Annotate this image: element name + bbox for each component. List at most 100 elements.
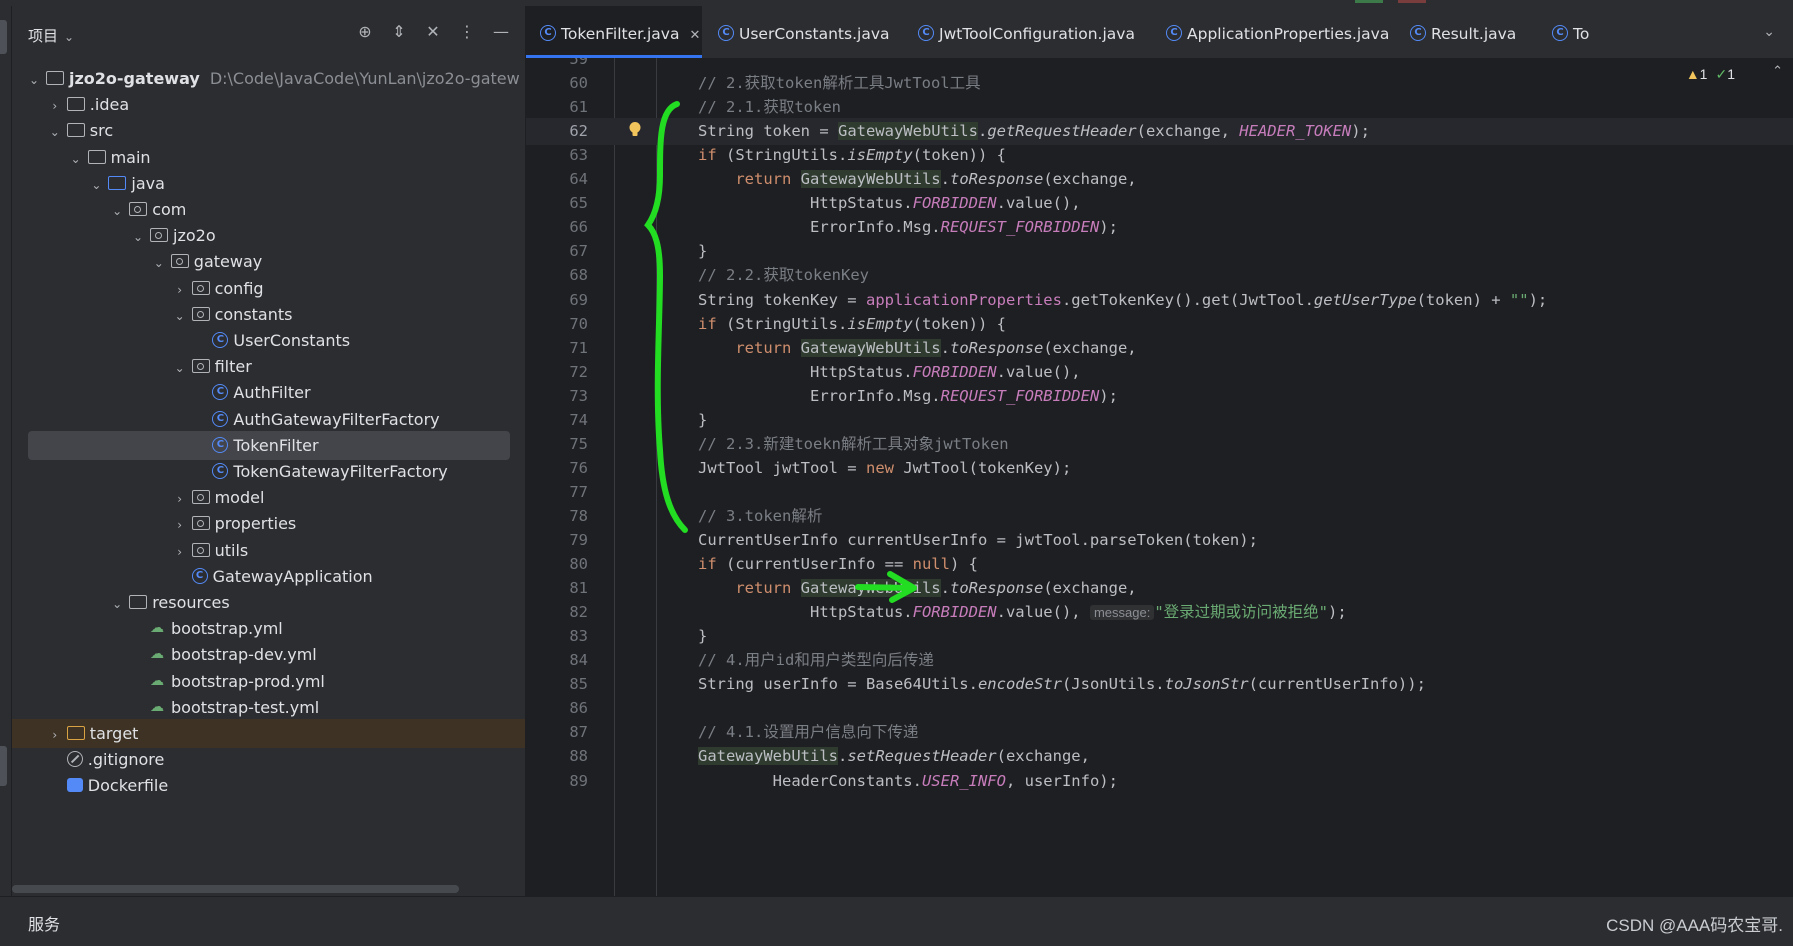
tree-item[interactable]: Dockerfile — [12, 771, 525, 800]
folder-icon — [66, 726, 85, 740]
tree-item-label: GatewayApplication — [212, 566, 373, 586]
close-icon[interactable]: ✕ — [689, 28, 700, 43]
code-line[interactable]: 76 JwtTool jwtTool = new JwtTool(tokenKey… — [526, 455, 1793, 482]
tree-item[interactable]: ⌄ src — [12, 116, 525, 145]
tree-item[interactable]: .gitignore — [12, 745, 525, 774]
code-line[interactable]: 60 // 2.获取token解析工具JwtTool工具 — [526, 70, 1793, 97]
tree-item-label: src — [89, 121, 114, 141]
chevron-down-icon: ⌄ — [64, 30, 75, 44]
code-line[interactable]: 65 HttpStatus.FORBIDDEN.value(), — [526, 190, 1793, 217]
code-line[interactable]: 71 return GatewayWebUtils.toResponse(exc… — [526, 335, 1793, 362]
code-line[interactable]: 74} — [526, 407, 1793, 434]
chevron-down-icon[interactable]: ⌄ — [1763, 24, 1775, 40]
tool-window-handle[interactable] — [0, 20, 7, 54]
tree-item[interactable]: ⌄ main — [12, 143, 525, 172]
code-line[interactable]: 64 return GatewayWebUtils.toResponse(exc… — [526, 166, 1793, 193]
tree-item[interactable]: › config — [12, 274, 525, 303]
tab-applicationproperties[interactable]: C ApplicationProperties.java — [1152, 6, 1396, 58]
tree-item[interactable]: C GatewayApplication — [12, 562, 525, 591]
code-line[interactable]: 84 // 4.用户id和用户类型向后传递 — [526, 647, 1793, 674]
line-number: 75 — [569, 434, 588, 453]
project-actions: ⊕ ⇕ ✕ ⋮ — — [355, 22, 511, 42]
tree-item[interactable]: ⌄ resources — [12, 588, 525, 617]
code-line[interactable]: 86 — [526, 695, 1793, 722]
tree-item-label: jzo2o-gateway — [69, 69, 200, 88]
tree-item[interactable]: ⌄ jzo2o-gateway D:\Code\JavaCode\YunLan\jz… — [12, 64, 525, 93]
tree-item[interactable]: › utils — [12, 536, 525, 565]
code-line[interactable]: 77 — [526, 479, 1793, 506]
code-line[interactable]: 75 // 2.3.新建toekn解析工具对象jwtToken — [526, 431, 1793, 458]
code-line[interactable]: 81 return GatewayWebUtils.toResponse(exc… — [526, 575, 1793, 602]
services-tab[interactable]: 服务 — [28, 911, 60, 935]
code-line[interactable]: 72 HttpStatus.FORBIDDEN.value(), — [526, 359, 1793, 386]
code-line[interactable]: 79 CurrentUserInfo currentUserInfo = jwtT… — [526, 527, 1793, 554]
folder-icon — [129, 595, 148, 609]
code-line[interactable]: 68 // 2.2.获取tokenKey — [526, 262, 1793, 289]
code-line[interactable]: 69 String tokenKey = applicationPropertie… — [526, 287, 1793, 314]
tree-item[interactable]: ⌄ filter — [12, 352, 525, 381]
line-number: 76 — [569, 458, 588, 477]
code-line[interactable]: 73 ErrorInfo.Msg.REQUEST_FORBIDDEN); — [526, 383, 1793, 410]
code-text: HttpStatus.FORBIDDEN.value(), message: "登… — [698, 603, 1347, 622]
code-line[interactable]: 87 // 4.1.设置用户信息向下传递 — [526, 719, 1793, 746]
tab-jwttoolconfiguration[interactable]: C JwtToolConfiguration.java — [904, 6, 1152, 58]
hide-icon[interactable]: — — [491, 22, 511, 42]
tree-item[interactable]: C AuthGatewayFilterFactory — [12, 405, 525, 434]
tree-item[interactable]: ☁ bootstrap.yml — [12, 614, 525, 643]
tab-result[interactable]: C Result.java — [1396, 6, 1538, 58]
line-number: 64 — [569, 170, 588, 189]
tab-userconstants[interactable]: C UserConstants.java — [704, 6, 904, 58]
code-line[interactable]: 80 if (currentUserInfo == null) { — [526, 551, 1793, 578]
tab-label: JwtToolConfiguration.java — [939, 25, 1135, 43]
tree-item[interactable]: C TokenFilter — [28, 430, 510, 460]
code-line[interactable]: 61 // 2.1.获取token — [526, 94, 1793, 121]
code-text: if (StringUtils.isEmpty(token)) { — [698, 314, 1006, 333]
code-editor[interactable]: ▲1 ✓1 ⌃ 59 60// 2.获取token解析工具JwtTool工具 61//… — [526, 58, 1793, 896]
class-icon: C — [540, 25, 556, 41]
tree-item[interactable]: ⌄ com — [12, 195, 525, 224]
code-line[interactable]: 66 ErrorInfo.Msg.REQUEST_FORBIDDEN); — [526, 214, 1793, 241]
tree-item[interactable]: C AuthFilter — [12, 378, 525, 407]
code-line[interactable]: 83} — [526, 623, 1793, 650]
lightbulb-icon[interactable] — [628, 121, 642, 139]
tab-to[interactable]: C To — [1538, 6, 1618, 58]
tree-item[interactable]: C UserConstants — [12, 326, 525, 355]
tab-label: ApplicationProperties.java — [1187, 25, 1390, 43]
collapse-all-icon[interactable]: ✕ — [423, 22, 443, 42]
tree-item[interactable]: › properties — [12, 509, 525, 538]
tree-item[interactable]: › target — [12, 719, 525, 748]
code-line[interactable]: 63 if (StringUtils.isEmpty(token)) { — [526, 142, 1793, 169]
tree-item[interactable]: ☁ bootstrap-test.yml — [12, 693, 525, 722]
tree-item[interactable]: C TokenGatewayFilterFactory — [12, 457, 525, 486]
expand-all-icon[interactable]: ⇕ — [389, 22, 409, 42]
tool-window-handle[interactable] — [0, 746, 7, 786]
tree-item[interactable]: ☁ bootstrap-prod.yml — [12, 667, 525, 696]
bottom-tool-bar: 服务 CSDN @AAA码农宝哥. — [0, 896, 1793, 946]
tree-item[interactable]: ⌄ gateway — [12, 247, 525, 276]
code-line[interactable]: 62 String token = GatewayWebUtils.getRequ… — [526, 118, 1793, 146]
code-line[interactable]: 67} — [526, 238, 1793, 265]
options-icon[interactable]: ⋮ — [457, 22, 477, 42]
class-icon: C — [212, 410, 229, 427]
code-text: } — [698, 410, 708, 429]
project-view-selector[interactable]: 项目 ⌄ — [28, 25, 74, 46]
tree-item[interactable]: ⌄ constants — [12, 300, 525, 329]
locate-icon[interactable]: ⊕ — [355, 22, 375, 42]
code-line[interactable]: 82 HttpStatus.FORBIDDEN.value(), message… — [526, 599, 1793, 626]
code-line[interactable]: 89 HeaderConstants.USER_INFO, userInfo); — [526, 768, 1793, 795]
tree-item[interactable]: ☁ bootstrap-dev.yml — [12, 640, 525, 669]
line-number: 74 — [569, 410, 588, 429]
tree-scrollbar-horizontal[interactable] — [12, 885, 459, 893]
code-line[interactable]: 70 if (StringUtils.isEmpty(token)) { — [526, 311, 1793, 338]
tree-item[interactable]: ⌄ jzo2o — [12, 221, 525, 250]
tree-item-label: bootstrap.yml — [171, 619, 283, 639]
tree-item[interactable]: › model — [12, 483, 525, 512]
tab-tokenfilter[interactable]: C TokenFilter.java ✕ — [526, 6, 702, 58]
code-line[interactable]: 88 GatewayWebUtils.setRequestHeader(excha… — [526, 743, 1793, 770]
code-text: // 2.获取token解析工具JwtTool工具 — [698, 74, 981, 93]
tree-item[interactable]: ⌄ java — [12, 169, 525, 198]
code-line[interactable]: 78 // 3.token解析 — [526, 503, 1793, 530]
code-line[interactable]: 85 String userInfo = Base64Utils.encodeSt… — [526, 671, 1793, 698]
tree-item[interactable]: › .idea — [12, 90, 525, 119]
line-number: 79 — [569, 531, 588, 549]
